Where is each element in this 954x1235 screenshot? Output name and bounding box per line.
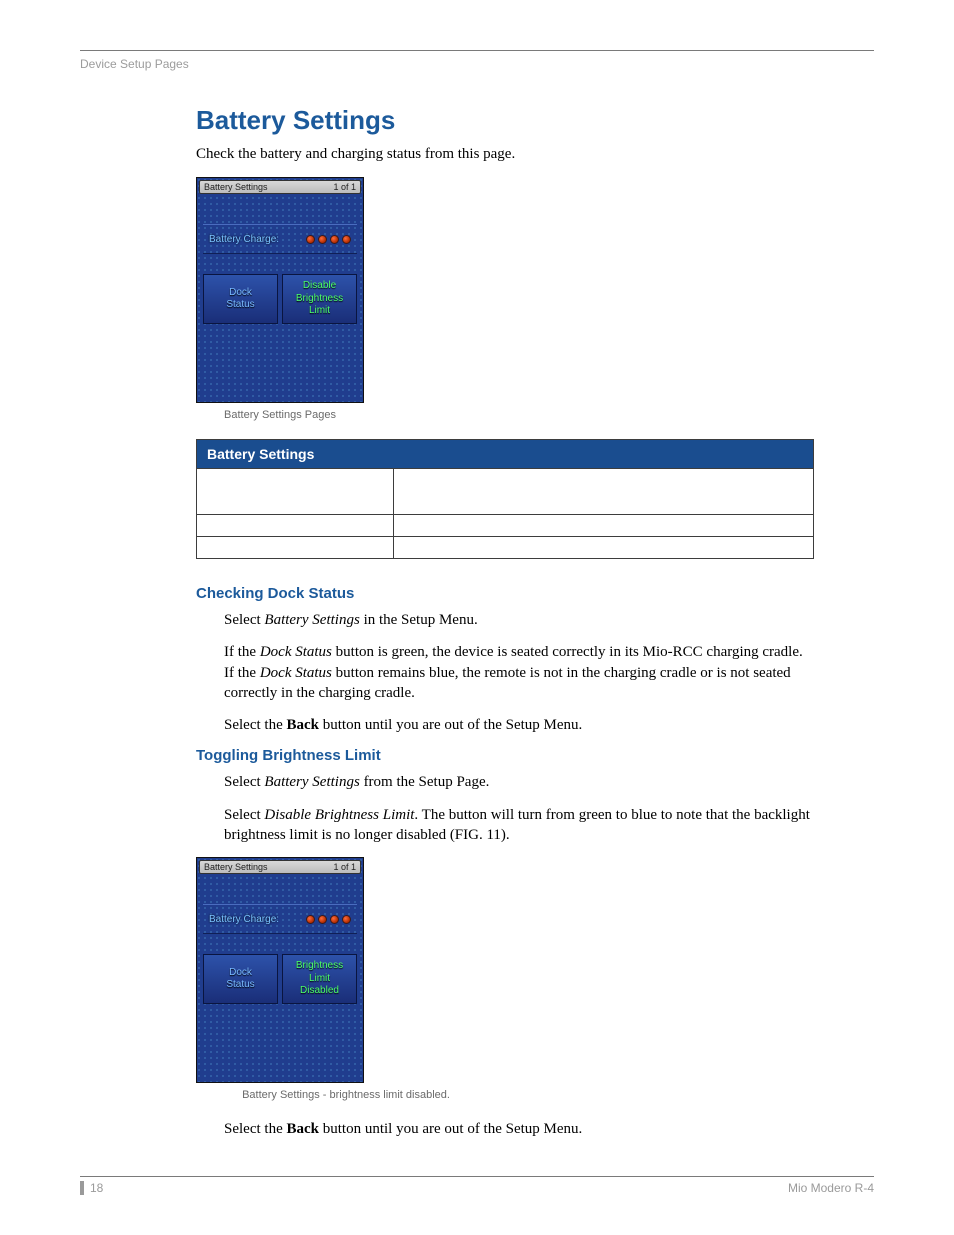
intro-text: Check the battery and charging status fr… xyxy=(196,146,814,163)
figure-battery-settings: Battery Settings 1 of 1 Battery Charge: … xyxy=(196,177,814,435)
battery-settings-table: Battery Settings xyxy=(196,439,814,559)
battery-leds xyxy=(306,915,351,924)
disable-brightness-limit-button[interactable]: Disable Brightness Limit xyxy=(282,274,357,324)
led-icon xyxy=(306,235,315,244)
breadcrumb: Device Setup Pages xyxy=(80,57,874,71)
battery-charge-row: Battery Charge: xyxy=(203,224,357,254)
paragraph: Select the Back button until you are out… xyxy=(224,715,814,735)
device-screen: Battery Settings 1 of 1 Battery Charge: … xyxy=(196,177,364,403)
paragraph: Select Battery Settings from the Setup P… xyxy=(224,772,814,792)
page-number: 18 xyxy=(90,1181,103,1195)
table-row xyxy=(197,469,814,515)
paragraph: Select Battery Settings in the Setup Men… xyxy=(224,610,814,630)
led-icon xyxy=(342,235,351,244)
table-header: Battery Settings xyxy=(197,440,814,469)
battery-leds xyxy=(306,235,351,244)
led-icon xyxy=(318,915,327,924)
figure-caption: Battery Settings Pages xyxy=(196,403,364,435)
titlebar-title: Battery Settings xyxy=(204,182,268,192)
heading-checking-dock-status: Checking Dock Status xyxy=(196,585,814,602)
dock-status-button[interactable]: Dock Status xyxy=(203,274,278,324)
titlebar-page: 1 of 1 xyxy=(333,862,356,872)
page-title: Battery Settings xyxy=(196,105,814,136)
doc-title: Mio Modero R-4 xyxy=(788,1181,874,1195)
paragraph: Select the Back button until you are out… xyxy=(224,1119,814,1139)
led-icon xyxy=(306,915,315,924)
titlebar-page: 1 of 1 xyxy=(333,182,356,192)
device-screen: Battery Settings 1 of 1 Battery Charge: … xyxy=(196,857,364,1083)
footer-tick-icon xyxy=(80,1181,84,1195)
led-icon xyxy=(330,915,339,924)
paragraph: If the Dock Status button is green, the … xyxy=(224,642,814,703)
figure-brightness-disabled: Battery Settings 1 of 1 Battery Charge: … xyxy=(196,857,814,1115)
led-icon xyxy=(318,235,327,244)
table-row xyxy=(197,515,814,537)
figure-caption: Battery Settings - brightness limit disa… xyxy=(196,1083,496,1115)
led-icon xyxy=(330,235,339,244)
brightness-limit-disabled-button[interactable]: Brightness Limit Disabled xyxy=(282,954,357,1004)
heading-toggling-brightness-limit: Toggling Brightness Limit xyxy=(196,747,814,764)
paragraph: Select Disable Brightness Limit. The but… xyxy=(224,805,814,846)
battery-charge-label: Battery Charge: xyxy=(209,914,279,925)
device-titlebar: Battery Settings 1 of 1 xyxy=(199,180,361,194)
page-footer: 18 Mio Modero R-4 xyxy=(80,1176,874,1195)
device-titlebar: Battery Settings 1 of 1 xyxy=(199,860,361,874)
battery-charge-label: Battery Charge: xyxy=(209,234,279,245)
table-row xyxy=(197,537,814,559)
dock-status-button[interactable]: Dock Status xyxy=(203,954,278,1004)
led-icon xyxy=(342,915,351,924)
titlebar-title: Battery Settings xyxy=(204,862,268,872)
battery-charge-row: Battery Charge: xyxy=(203,904,357,934)
